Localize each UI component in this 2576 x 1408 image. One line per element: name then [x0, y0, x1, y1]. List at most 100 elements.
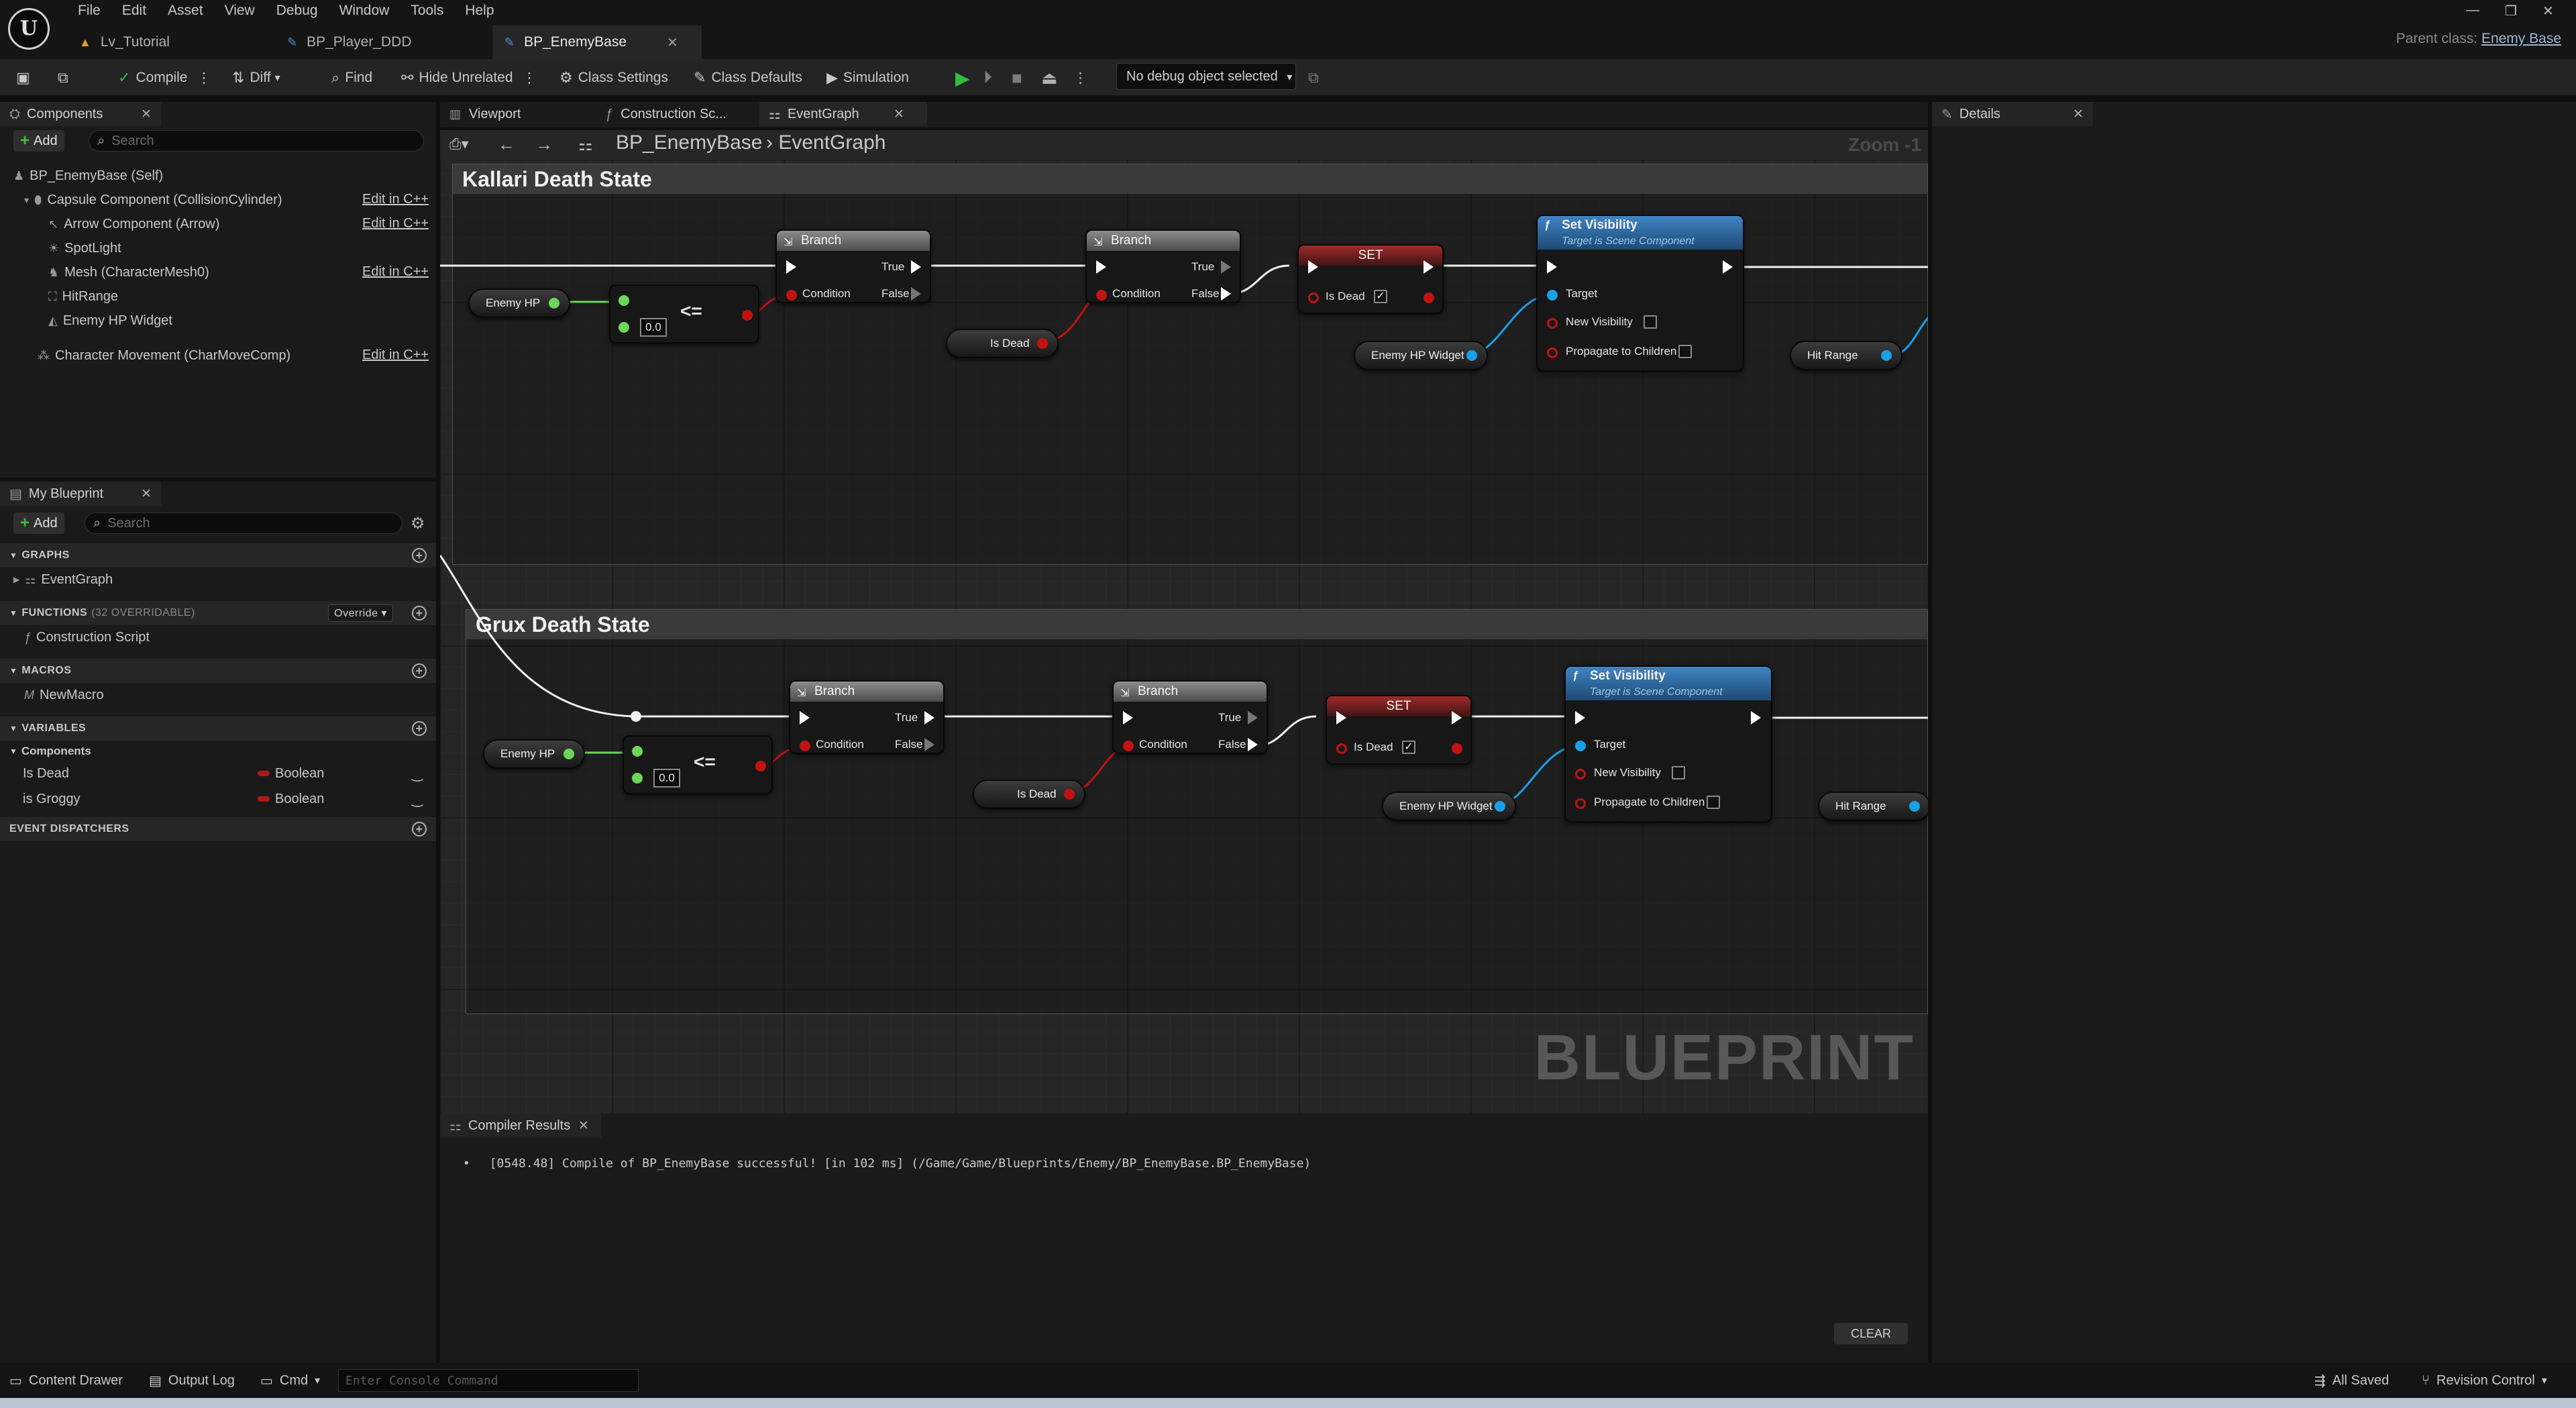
tree-item-capsule[interactable]: ▾ ⬮ Capsule Component (CollisionCylinder…: [24, 188, 282, 212]
output-pin[interactable]: [549, 298, 559, 309]
menu-asset[interactable]: Asset: [157, 0, 214, 20]
new-visibility-checkbox[interactable]: [1644, 315, 1657, 329]
minimize-icon[interactable]: —: [2466, 3, 2479, 18]
propagate-checkbox[interactable]: [1678, 345, 1692, 358]
exec-out-pin[interactable]: [1221, 287, 1231, 301]
breadcrumb-graph[interactable]: EventGraph: [778, 131, 885, 154]
compiler-results-tab[interactable]: ⚏ Compiler Results ✕: [440, 1114, 601, 1138]
breadcrumb-blueprint[interactable]: BP_EnemyBase: [616, 131, 762, 154]
macro-item-newmacro[interactable]: M NewMacro: [24, 683, 104, 707]
output-pin[interactable]: [1909, 801, 1920, 812]
input-pin[interactable]: [1547, 318, 1558, 329]
close-icon[interactable]: ✕: [667, 34, 678, 51]
cmd-dropdown[interactable]: ▭ Cmd ▾: [260, 1363, 320, 1398]
add-circle-icon[interactable]: +: [412, 548, 427, 563]
exec-out-pin[interactable]: [1751, 711, 1761, 724]
node-less-equal[interactable]: 0.0 <=: [623, 735, 773, 794]
find-button[interactable]: ⌕ Find: [331, 59, 372, 97]
node-enemy-hp-widget[interactable]: Enemy HP Widget: [1382, 792, 1516, 821]
visibility-eye-icon[interactable]: ‿: [412, 765, 423, 782]
edit-cpp-link[interactable]: Edit in C++: [362, 192, 429, 207]
node-is-dead[interactable]: Is Dead: [946, 329, 1059, 358]
forward-arrow-icon[interactable]: →: [535, 134, 553, 155]
variable-row-is-dead[interactable]: Is Dead Boolean ‿: [23, 761, 436, 786]
input-pin[interactable]: [632, 746, 643, 757]
output-pin[interactable]: [1064, 789, 1075, 800]
tree-item-spotlight[interactable]: ☀ SpotLight: [48, 236, 121, 260]
more-icon[interactable]: ⋮: [523, 70, 537, 87]
edit-cpp-link[interactable]: Edit in C++: [362, 347, 429, 363]
exec-in-pin[interactable]: [1123, 711, 1133, 724]
menu-help[interactable]: Help: [454, 0, 504, 20]
debug-filter-icon[interactable]: ⧉: [1308, 59, 1319, 97]
details-tab[interactable]: ✎ Details ✕: [1932, 102, 2093, 126]
exec-in-pin[interactable]: [1096, 260, 1106, 274]
input-pin[interactable]: [619, 295, 629, 306]
parent-class-link[interactable]: Enemy Base: [2481, 31, 2561, 46]
add-component-button[interactable]: + Add: [13, 130, 64, 152]
console-command-input[interactable]: Enter Console Command: [338, 1369, 639, 1392]
more-icon[interactable]: ⋮: [197, 70, 211, 87]
output-pin[interactable]: [1424, 292, 1434, 303]
node-set-is-dead[interactable]: SET Is Dead ✓: [1297, 244, 1444, 314]
browse-icon[interactable]: ⧉: [58, 59, 74, 97]
menu-tools[interactable]: Tools: [400, 0, 454, 20]
tree-item-arrow[interactable]: ↖ Arrow Component (Arrow): [48, 212, 219, 236]
output-pin[interactable]: [1881, 350, 1892, 361]
exec-out-pin[interactable]: [924, 711, 934, 724]
propagate-checkbox[interactable]: [1707, 796, 1720, 809]
visibility-eye-icon[interactable]: ‿: [412, 791, 423, 808]
section-graphs[interactable]: ▼ GRAPHS +: [0, 543, 436, 567]
variable-row-is-groggy[interactable]: is Groggy Boolean ‿: [23, 786, 436, 812]
condition-pin[interactable]: [1096, 290, 1107, 301]
stop-button[interactable]: ■: [1012, 59, 1022, 97]
unreal-logo-icon[interactable]: U: [8, 8, 50, 50]
exec-out-pin[interactable]: [1723, 260, 1733, 274]
output-log-button[interactable]: ▤ Output Log: [149, 1363, 235, 1398]
node-branch-3[interactable]: ⇲ Branch True Condition False: [789, 680, 945, 754]
output-pin[interactable]: [564, 749, 574, 759]
blueprint-search-input[interactable]: ⌕ Search: [85, 512, 402, 534]
section-functions[interactable]: ▼ FUNCTIONS (32 OVERRIDABLE) Override ▾ …: [0, 601, 436, 625]
step-button[interactable]: ⏵: [983, 59, 992, 97]
hide-unrelated-button[interactable]: ⚯ Hide Unrelated ⋮: [401, 59, 537, 97]
exec-out-pin[interactable]: [924, 738, 934, 751]
node-enemy-hp[interactable]: Enemy HP: [468, 288, 570, 318]
output-pin[interactable]: [1452, 743, 1462, 754]
components-tab[interactable]: ⛭ Components ✕: [0, 102, 161, 126]
exec-in-pin[interactable]: [800, 711, 810, 724]
eject-button[interactable]: ⏏: [1041, 59, 1058, 97]
close-window-icon[interactable]: ✕: [2542, 3, 2554, 19]
tree-item-mesh[interactable]: ♞ Mesh (CharacterMesh0): [48, 260, 209, 284]
tree-item-movement[interactable]: ⁂ Character Movement (CharMoveComp): [38, 343, 290, 368]
value-input[interactable]: 0.0: [640, 318, 667, 337]
compile-button[interactable]: ✓ Compile ⋮: [118, 59, 211, 97]
class-settings-button[interactable]: ⚙ Class Settings: [559, 59, 668, 97]
tree-item-self[interactable]: ♟ BP_EnemyBase (Self): [13, 164, 163, 188]
is-dead-checkbox[interactable]: ✓: [1374, 290, 1387, 303]
exec-in-pin[interactable]: [786, 260, 796, 274]
node-set-visibility-2[interactable]: ƒ Set Visibility Target is Scene Compone…: [1564, 665, 1772, 822]
tab-construction-script[interactable]: ƒ Construction Sc...: [596, 102, 757, 126]
node-hit-range[interactable]: Hit Range: [1790, 341, 1902, 370]
output-pin[interactable]: [755, 761, 766, 771]
exec-in-pin[interactable]: [1308, 260, 1318, 274]
exec-out-pin[interactable]: [911, 287, 921, 301]
node-branch-2[interactable]: ⇲ Branch True Condition False: [1085, 229, 1241, 303]
tree-item-hp-widget[interactable]: ◭ Enemy HP Widget: [48, 309, 172, 333]
content-drawer-button[interactable]: ▭ Content Drawer: [9, 1363, 123, 1398]
exec-out-pin[interactable]: [1248, 738, 1258, 751]
output-pin[interactable]: [742, 310, 753, 321]
bookmark-icon[interactable]: ⎙▾: [449, 136, 469, 153]
event-graph-canvas[interactable]: Kallari Death State Grux Death State Ene…: [440, 130, 1928, 1114]
override-dropdown[interactable]: Override ▾: [328, 604, 393, 622]
doc-tab-lv-tutorial[interactable]: ▲ Lv_Tutorial: [67, 25, 268, 59]
close-icon[interactable]: ✕: [141, 486, 152, 502]
add-circle-icon[interactable]: +: [412, 663, 427, 678]
output-pin[interactable]: [1037, 338, 1048, 349]
input-pin[interactable]: [1336, 743, 1347, 754]
node-set-visibility-1[interactable]: ƒ Set Visibility Target is Scene Compone…: [1536, 215, 1744, 372]
node-branch-1[interactable]: ⇲ Branch True Condition False: [775, 229, 931, 303]
menu-file[interactable]: File: [67, 0, 111, 20]
input-pin[interactable]: [1575, 798, 1586, 809]
